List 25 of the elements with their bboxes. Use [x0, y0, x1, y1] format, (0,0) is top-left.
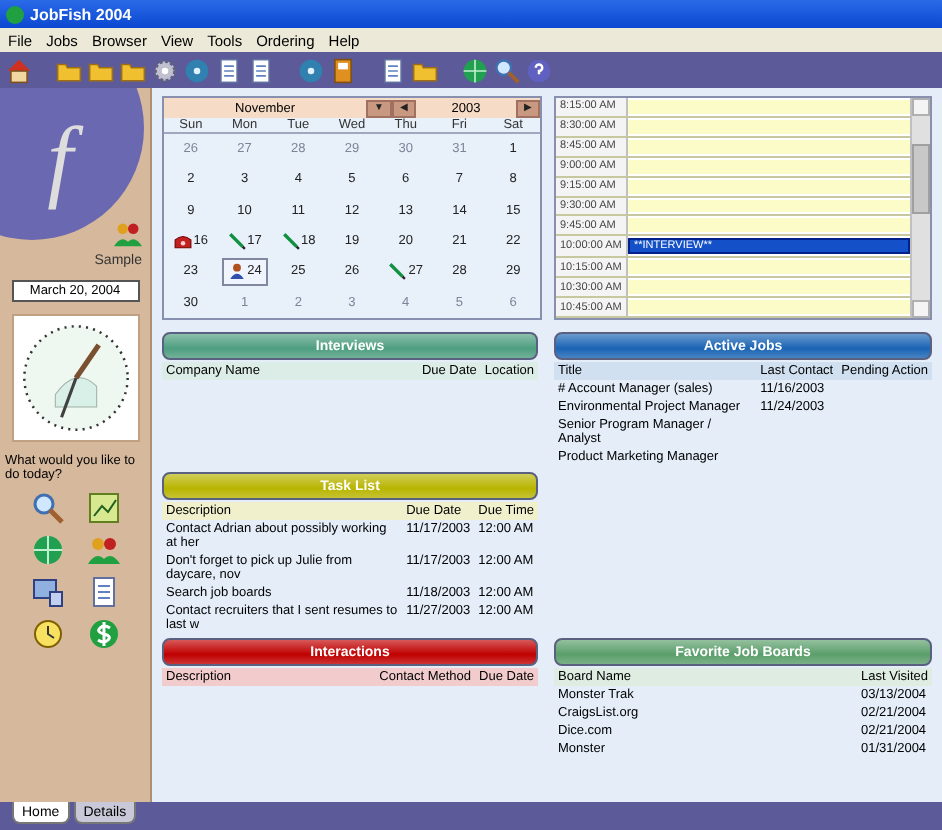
disc-icon[interactable] [184, 57, 210, 83]
search-icon[interactable] [494, 57, 520, 83]
dollar-icon[interactable] [87, 618, 119, 650]
document-icon[interactable] [216, 57, 242, 83]
window-title: JobFish 2004 [30, 5, 132, 23]
computer-icon[interactable] [31, 576, 63, 608]
logo: f [0, 88, 144, 240]
globe-icon[interactable] [462, 57, 488, 83]
chart-icon[interactable] [87, 492, 119, 524]
document-icon[interactable] [248, 57, 274, 83]
app-icon [6, 5, 24, 23]
document-icon[interactable] [380, 57, 406, 83]
people-icon[interactable] [114, 220, 142, 248]
disc-icon[interactable] [298, 57, 324, 83]
alarm-clock-icon[interactable] [31, 618, 63, 650]
document-icon[interactable] [87, 576, 119, 608]
people-icon[interactable] [87, 534, 119, 566]
search-icon[interactable] [31, 492, 63, 524]
help-icon[interactable] [526, 57, 552, 83]
gear-icon[interactable] [152, 57, 178, 83]
house-icon[interactable] [6, 57, 32, 83]
clock-drawing [11, 314, 139, 442]
scrollbar[interactable] [910, 98, 930, 318]
globe-icon[interactable] [31, 534, 63, 566]
book-icon[interactable] [330, 57, 356, 83]
